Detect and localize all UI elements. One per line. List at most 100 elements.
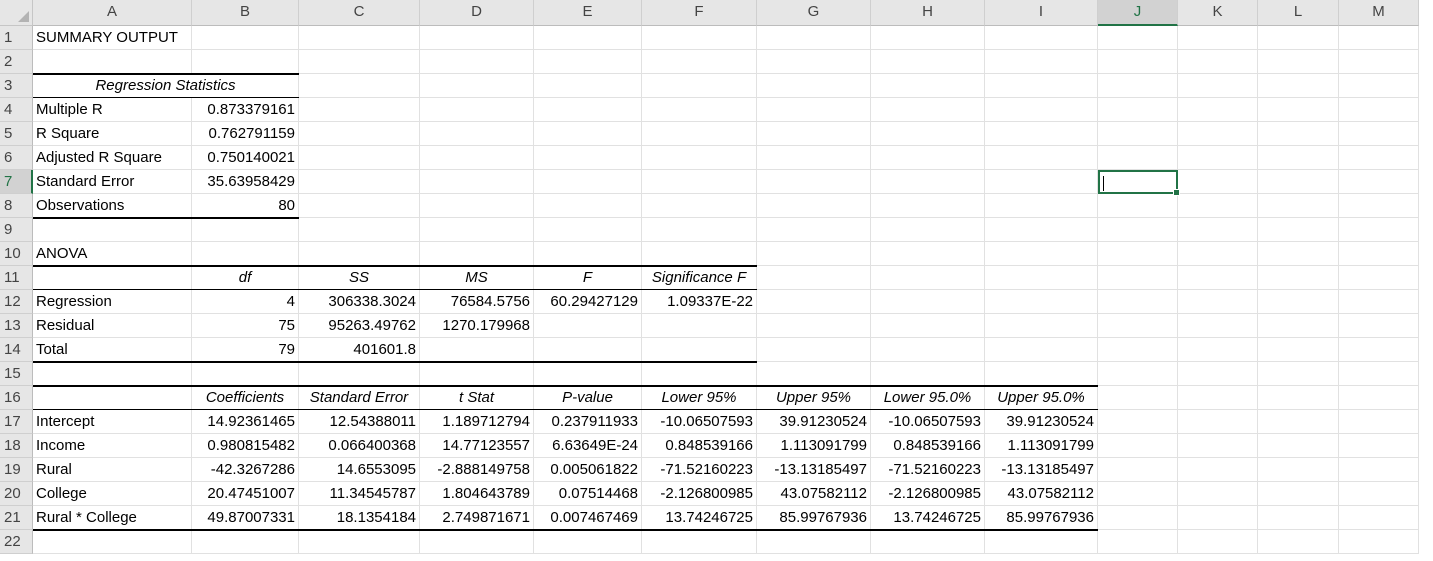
cell-h8[interactable] (871, 194, 985, 218)
cell-k7[interactable] (1178, 170, 1258, 194)
cell-j9[interactable] (1098, 218, 1178, 242)
cell-c2[interactable] (299, 50, 420, 74)
cell-h11[interactable] (871, 266, 985, 290)
cell-f11[interactable]: Significance F (642, 266, 757, 290)
cell-l22[interactable] (1258, 530, 1339, 554)
column-header-m[interactable]: M (1339, 0, 1419, 26)
cell-i13[interactable] (985, 314, 1098, 338)
row-header-22[interactable]: 22 (0, 530, 33, 554)
cell-i16[interactable]: Upper 95.0% (985, 386, 1098, 410)
cell-h3[interactable] (871, 74, 985, 98)
cell-i5[interactable] (985, 122, 1098, 146)
cell-b1[interactable] (192, 26, 299, 50)
cell-f5[interactable] (642, 122, 757, 146)
cell-d8[interactable] (420, 194, 534, 218)
cell-d3[interactable] (420, 74, 534, 98)
cell-f14[interactable] (642, 338, 757, 362)
row-header-20[interactable]: 20 (0, 482, 33, 506)
cell-g3[interactable] (757, 74, 871, 98)
column-header-j[interactable]: J (1098, 0, 1178, 26)
cell-k3[interactable] (1178, 74, 1258, 98)
cell-b8[interactable]: 80 (192, 194, 299, 218)
cell-c5[interactable] (299, 122, 420, 146)
cell-d16[interactable]: t Stat (420, 386, 534, 410)
cell-a5[interactable]: R Square (33, 122, 192, 146)
cell-l16[interactable] (1258, 386, 1339, 410)
cell-m19[interactable] (1339, 458, 1419, 482)
cell-k1[interactable] (1178, 26, 1258, 50)
cell-f15[interactable] (642, 362, 757, 386)
cell-h4[interactable] (871, 98, 985, 122)
cell-e9[interactable] (534, 218, 642, 242)
cell-m1[interactable] (1339, 26, 1419, 50)
column-header-c[interactable]: C (299, 0, 420, 26)
cell-b15[interactable] (192, 362, 299, 386)
cell-j12[interactable] (1098, 290, 1178, 314)
cell-g8[interactable] (757, 194, 871, 218)
cell-k4[interactable] (1178, 98, 1258, 122)
cell-l10[interactable] (1258, 242, 1339, 266)
fill-handle[interactable] (1173, 189, 1180, 196)
row-header-11[interactable]: 11 (0, 266, 33, 290)
select-all-corner[interactable] (0, 0, 33, 26)
cell-d12[interactable]: 76584.5756 (420, 290, 534, 314)
cell-d13[interactable]: 1270.179968 (420, 314, 534, 338)
cell-d20[interactable]: 1.804643789 (420, 482, 534, 506)
cell-j16[interactable] (1098, 386, 1178, 410)
cell-e15[interactable] (534, 362, 642, 386)
cell-m3[interactable] (1339, 74, 1419, 98)
cell-c15[interactable] (299, 362, 420, 386)
cell-a21[interactable]: Rural * College (33, 506, 192, 530)
cell-g11[interactable] (757, 266, 871, 290)
cell-l6[interactable] (1258, 146, 1339, 170)
row-header-15[interactable]: 15 (0, 362, 33, 386)
cell-i7[interactable] (985, 170, 1098, 194)
spreadsheet-grid[interactable]: A B C D E F G H I J K L M 1 SUMMARY OUTPUT 2 3 Regression… (0, 0, 1433, 561)
cell-a13[interactable]: Residual (33, 314, 192, 338)
cell-m8[interactable] (1339, 194, 1419, 218)
cell-j15[interactable] (1098, 362, 1178, 386)
cell-i12[interactable] (985, 290, 1098, 314)
cell-h1[interactable] (871, 26, 985, 50)
cell-h5[interactable] (871, 122, 985, 146)
cell-g9[interactable] (757, 218, 871, 242)
cell-b6[interactable]: 0.750140021 (192, 146, 299, 170)
cell-g5[interactable] (757, 122, 871, 146)
cell-b2[interactable] (192, 50, 299, 74)
cell-c13[interactable]: 95263.49762 (299, 314, 420, 338)
cell-c18[interactable]: 0.066400368 (299, 434, 420, 458)
cell-i17[interactable]: 39.91230524 (985, 410, 1098, 434)
cell-c20[interactable]: 11.34545787 (299, 482, 420, 506)
row-header-7[interactable]: 7 (0, 170, 33, 194)
cell-m15[interactable] (1339, 362, 1419, 386)
cell-f2[interactable] (642, 50, 757, 74)
cell-b13[interactable]: 75 (192, 314, 299, 338)
cell-h7[interactable] (871, 170, 985, 194)
column-header-b[interactable]: B (192, 0, 299, 26)
column-header-i[interactable]: I (985, 0, 1098, 26)
cell-d6[interactable] (420, 146, 534, 170)
cell-e16[interactable]: P-value (534, 386, 642, 410)
column-header-l[interactable]: L (1258, 0, 1339, 26)
cell-h6[interactable] (871, 146, 985, 170)
row-header-16[interactable]: 16 (0, 386, 33, 410)
cell-h17[interactable]: -10.06507593 (871, 410, 985, 434)
cell-g10[interactable] (757, 242, 871, 266)
cell-c21[interactable]: 18.1354184 (299, 506, 420, 530)
cell-f1[interactable] (642, 26, 757, 50)
row-header-6[interactable]: 6 (0, 146, 33, 170)
cell-f13[interactable] (642, 314, 757, 338)
cell-e3[interactable] (534, 74, 642, 98)
cell-k5[interactable] (1178, 122, 1258, 146)
cell-d22[interactable] (420, 530, 534, 554)
cell-e7[interactable] (534, 170, 642, 194)
cell-d18[interactable]: 14.77123557 (420, 434, 534, 458)
cell-a16[interactable] (33, 386, 192, 410)
cell-a10[interactable]: ANOVA (33, 242, 192, 266)
cell-e20[interactable]: 0.07514468 (534, 482, 642, 506)
row-header-4[interactable]: 4 (0, 98, 33, 122)
cell-b9[interactable] (192, 218, 299, 242)
cell-b4[interactable]: 0.873379161 (192, 98, 299, 122)
cell-k17[interactable] (1178, 410, 1258, 434)
cell-e6[interactable] (534, 146, 642, 170)
